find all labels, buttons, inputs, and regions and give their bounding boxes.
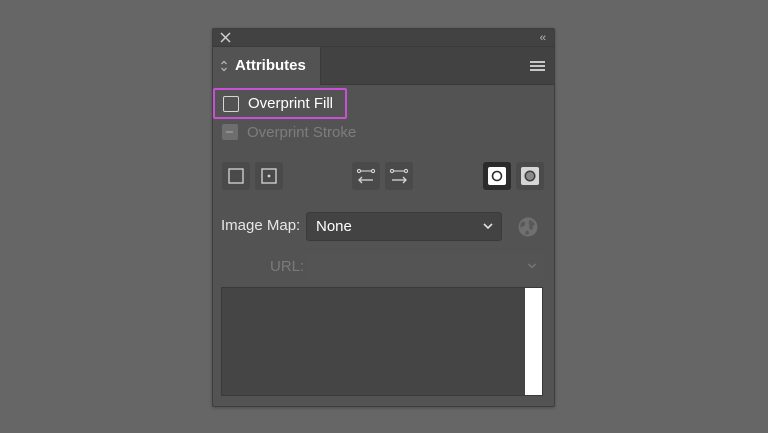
- show-center-button[interactable]: [255, 162, 283, 190]
- reverse-path-direction-on-button[interactable]: [385, 162, 413, 190]
- overprint-fill-label[interactable]: Overprint Fill: [248, 95, 333, 112]
- url-label: URL:: [270, 258, 305, 275]
- scrollbar[interactable]: [525, 288, 542, 395]
- collapse-panel-icon[interactable]: ‹‹: [540, 30, 546, 46]
- show-center-icon: [261, 168, 277, 184]
- reverse-path-direction-on-icon: [389, 168, 409, 184]
- url-input: [306, 253, 545, 280]
- dont-show-center-button[interactable]: [222, 162, 250, 190]
- overprint-stroke-label: Overprint Stroke: [247, 124, 357, 141]
- dont-show-center-icon: [228, 168, 244, 184]
- tab-attributes[interactable]: Attributes: [213, 47, 321, 85]
- overprint-fill-highlight: Overprint Fill: [213, 88, 347, 119]
- overprint-stroke-checkbox: [222, 124, 238, 140]
- chevron-down-icon: [528, 263, 536, 269]
- image-map-label: Image Map:: [221, 217, 301, 234]
- non-zero-winding-fill-rule-button[interactable]: [483, 162, 511, 190]
- chevron-down-icon: [483, 223, 493, 230]
- close-icon[interactable]: [219, 31, 232, 44]
- tab-label: Attributes: [235, 57, 306, 74]
- panel-menu-icon[interactable]: [530, 61, 545, 72]
- even-odd-fill-rule-icon: [521, 167, 539, 185]
- url-list-area[interactable]: [221, 287, 543, 396]
- image-map-select[interactable]: None: [306, 212, 502, 241]
- even-odd-fill-rule-button[interactable]: [516, 162, 544, 190]
- panel-tab-bar: Attributes: [213, 47, 554, 85]
- expand-options-icon[interactable]: [220, 59, 228, 73]
- non-zero-winding-fill-rule-icon: [488, 167, 506, 185]
- attributes-panel: ‹‹ Attributes Overprint Fill Overprint S…: [212, 28, 555, 407]
- reverse-path-direction-off-icon: [356, 168, 376, 184]
- panel-title-bar[interactable]: ‹‹: [213, 29, 554, 47]
- overprint-fill-checkbox[interactable]: [223, 96, 239, 112]
- reverse-path-direction-off-button[interactable]: [352, 162, 380, 190]
- globe-icon: [518, 217, 538, 237]
- image-map-value: None: [316, 218, 352, 235]
